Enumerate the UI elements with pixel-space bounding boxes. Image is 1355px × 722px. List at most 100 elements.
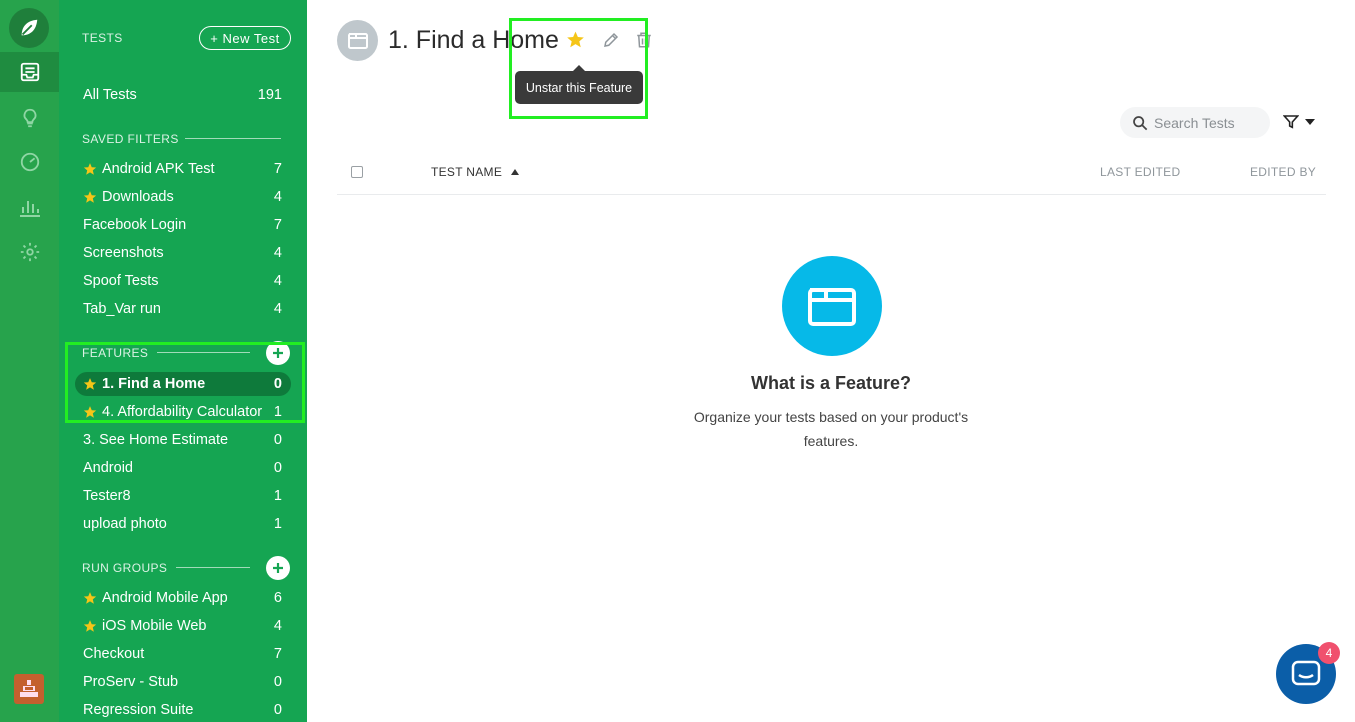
run-group-item[interactable]: Android Mobile App 6 (75, 586, 291, 610)
main-panel: 1. Find a Home Unstar this Feature TEST … (307, 0, 1355, 722)
leaf-logo-icon[interactable] (9, 8, 49, 48)
run-group-item-label: iOS Mobile Web (102, 618, 207, 634)
run-group-item-label: Regression Suite (83, 702, 194, 718)
star-icon[interactable] (83, 377, 102, 391)
feature-item-label: Android (83, 460, 133, 476)
saved-filter-item-count: 4 (273, 301, 282, 317)
caret-down-icon (1305, 119, 1315, 125)
new-test-button[interactable]: + New Test (199, 26, 291, 50)
unstar-tooltip: Unstar this Feature (515, 65, 643, 104)
bar-chart-nav-icon[interactable] (0, 187, 59, 227)
feature-item-label: 3. See Home Estimate (83, 432, 229, 448)
run-groups-section-header: RUN GROUPS (82, 561, 168, 575)
star-icon[interactable] (566, 30, 585, 54)
feature-item-label: 1. Find a Home (102, 376, 206, 392)
feature-item-label: Tester8 (83, 488, 131, 504)
feature-item-count: 1 (273, 516, 282, 532)
search-tests-box[interactable] (1120, 107, 1270, 138)
run-group-item[interactable]: Checkout 7 (75, 642, 291, 666)
filter-dropdown-button[interactable] (1283, 114, 1315, 130)
run-group-item-count: 7 (273, 646, 282, 662)
star-icon[interactable] (83, 619, 102, 633)
pencil-edit-icon[interactable] (602, 31, 620, 54)
run-group-item-count: 6 (273, 590, 282, 606)
page-title: 1. Find a Home (388, 26, 559, 54)
run-group-item-count: 4 (273, 618, 282, 634)
empty-state-title: What is a Feature? (750, 373, 912, 393)
section-divider (185, 138, 281, 139)
settings-gear-icon[interactable] (0, 232, 59, 272)
star-icon[interactable] (83, 162, 102, 176)
select-all-checkbox[interactable] (351, 166, 363, 178)
feature-item[interactable]: Tester8 1 (75, 484, 291, 508)
run-group-item-count: 0 (273, 674, 282, 690)
saved-filter-item-label: Screenshots (83, 245, 164, 261)
tests-table-header: TEST NAME LAST EDITED EDITED BY (337, 150, 1326, 195)
sidebar: TESTS + New Test All Tests 191 SAVED FIL… (59, 0, 307, 722)
feature-item-count: 1 (273, 404, 282, 420)
feature-item[interactable]: 1. Find a Home 0 (75, 372, 291, 396)
saved-filter-item-label: Spoof Tests (83, 273, 159, 289)
saved-filter-item[interactable]: Tab_Var run 4 (75, 297, 291, 321)
section-divider (176, 567, 250, 568)
saved-filter-item[interactable]: Facebook Login 7 (75, 213, 291, 237)
saved-filter-item-label: Downloads (102, 189, 174, 205)
star-icon[interactable] (83, 591, 102, 605)
tests-nav-icon[interactable] (0, 52, 59, 92)
feature-item[interactable]: 3. See Home Estimate 0 (75, 428, 291, 452)
saved-filter-item[interactable]: Downloads 4 (75, 185, 291, 209)
features-section-header: FEATURES (82, 346, 149, 360)
search-input[interactable] (1154, 114, 1264, 131)
icon-rail (0, 0, 59, 722)
saved-filter-item-label: Facebook Login (83, 217, 187, 233)
empty-state-folder-icon (782, 256, 882, 356)
saved-filter-item[interactable]: Spoof Tests 4 (75, 269, 291, 293)
saved-filter-item-count: 7 (273, 161, 282, 177)
search-icon (1133, 115, 1148, 130)
saved-filter-item-count: 4 (273, 189, 282, 205)
column-test-name[interactable]: TEST NAME (431, 165, 502, 179)
lightbulb-nav-icon[interactable] (0, 98, 59, 138)
saved-filters-section-header: SAVED FILTERS (82, 132, 179, 146)
saved-filter-item-count: 7 (273, 217, 282, 233)
sort-ascending-icon[interactable] (511, 169, 519, 175)
tests-section-header: TESTS (82, 31, 123, 45)
feature-item-count: 0 (273, 432, 282, 448)
feature-item[interactable]: upload photo 1 (75, 512, 291, 536)
run-group-item[interactable]: ProServ - Stub 0 (75, 670, 291, 694)
saved-filter-item-label: Tab_Var run (83, 301, 161, 317)
column-last-edited[interactable]: LAST EDITED (1100, 165, 1180, 179)
run-group-item[interactable]: Regression Suite 0 (75, 698, 291, 722)
saved-filter-item-label: Android APK Test (102, 161, 215, 177)
trash-icon[interactable] (635, 31, 653, 54)
run-group-item-label: Checkout (83, 646, 145, 662)
feature-item-label: 4. Affordability Calculator (102, 404, 263, 420)
feature-item-count: 0 (273, 460, 282, 476)
saved-filter-item-count: 4 (273, 245, 282, 261)
saved-filter-item-count: 4 (273, 273, 282, 289)
star-icon[interactable] (83, 405, 102, 419)
add-run-group-button[interactable] (266, 556, 290, 580)
run-group-item-count: 0 (273, 702, 282, 718)
feature-folder-icon (337, 20, 378, 61)
star-icon[interactable] (83, 190, 102, 204)
saved-filter-item[interactable]: Screenshots 4 (75, 241, 291, 265)
user-avatar[interactable] (14, 674, 44, 704)
empty-state-description: Organize your tests based on your produc… (693, 409, 969, 449)
feature-item-label: upload photo (83, 516, 167, 532)
column-edited-by[interactable]: EDITED BY (1250, 165, 1316, 179)
feature-item[interactable]: Android 0 (75, 456, 291, 480)
gauge-nav-icon[interactable] (0, 142, 59, 182)
sidebar-item-label: All Tests (83, 87, 137, 103)
feature-item[interactable]: 4. Affordability Calculator 1 (75, 400, 291, 424)
add-feature-button[interactable] (266, 341, 290, 365)
saved-filter-item[interactable]: Android APK Test 7 (75, 157, 291, 181)
filter-funnel-icon (1283, 115, 1299, 129)
feature-item-count: 1 (273, 488, 282, 504)
chat-icon (1291, 660, 1321, 686)
sidebar-item-all-tests[interactable]: All Tests 191 (75, 83, 291, 107)
section-divider (157, 352, 250, 353)
run-group-item[interactable]: iOS Mobile Web 4 (75, 614, 291, 638)
sidebar-item-count: 191 (257, 87, 282, 103)
chat-unread-badge: 4 (1318, 642, 1340, 664)
